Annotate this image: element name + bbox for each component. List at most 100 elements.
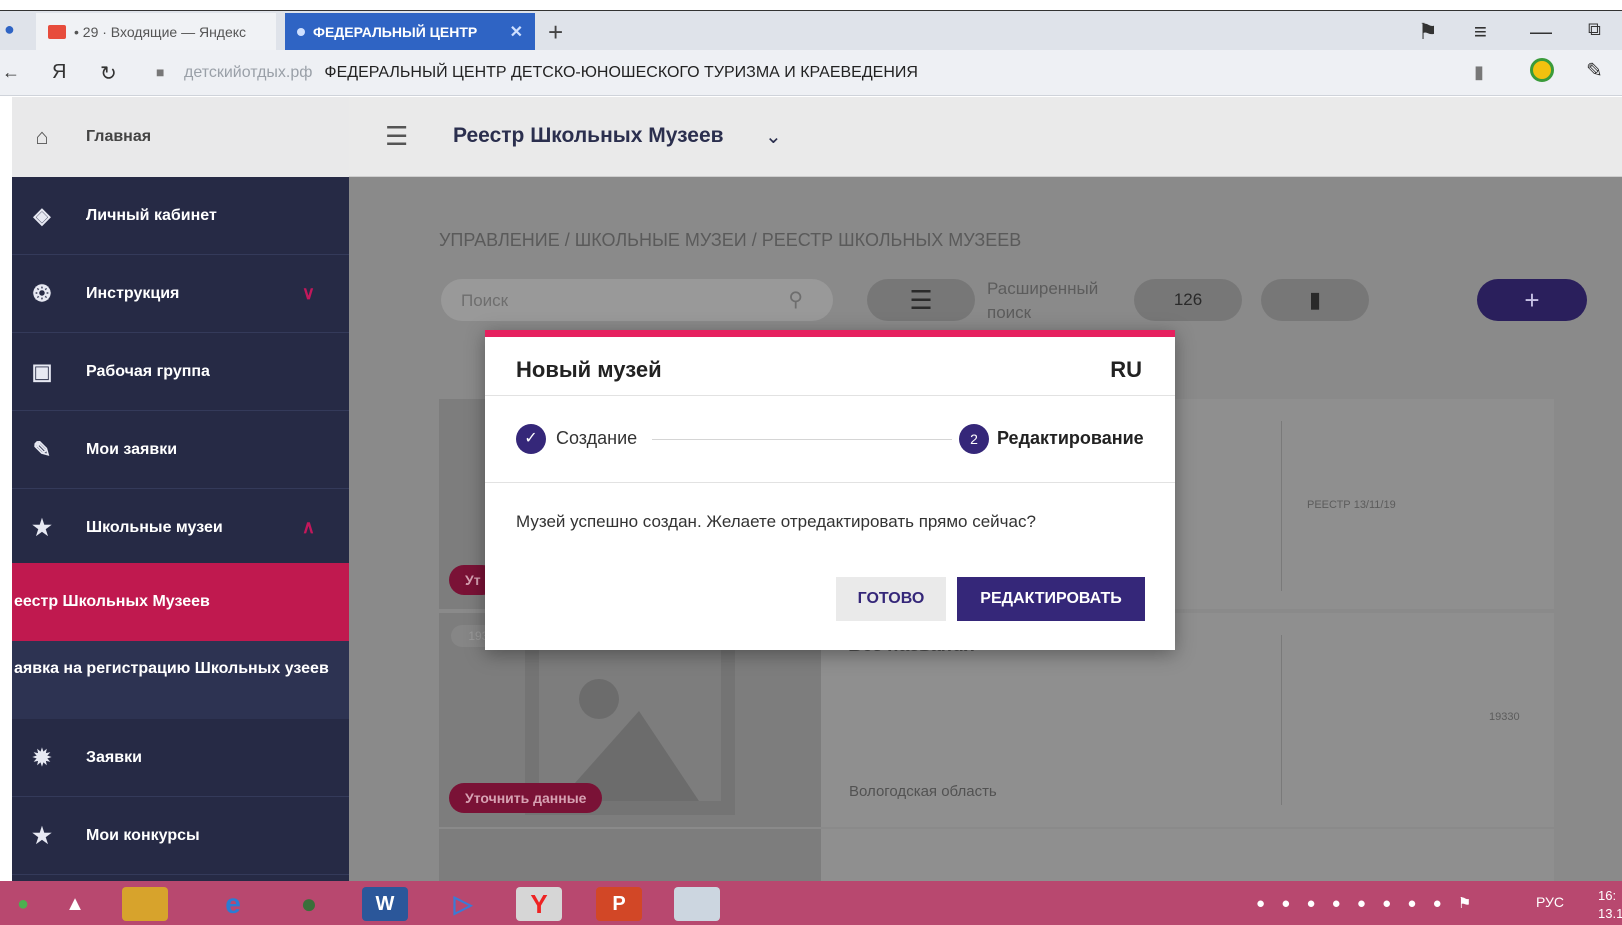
new-museum-dialog: Новый музей RU ✓ Создание 2 Редактирован… xyxy=(485,330,1175,650)
search-placeholder: Поиск xyxy=(461,291,509,310)
sidebar-item-my-contests[interactable]: ★ Мои конкурсы xyxy=(12,797,349,875)
step-edit-label: Редактирование xyxy=(997,428,1144,448)
card-image xyxy=(439,829,821,889)
snipping-tool-icon[interactable] xyxy=(674,887,720,921)
screen: ● • 29 · Входящие — Яндекс ФЕДЕРАЛЬНЫЙ Ц… xyxy=(0,0,1622,925)
mail-icon xyxy=(48,25,66,39)
sidebar-item-my-requests[interactable]: ✎ Мои заявки xyxy=(12,411,349,489)
sidebar-item-instruction[interactable]: ❂ Инструкция ∨ xyxy=(12,255,349,333)
start-icon[interactable]: ● xyxy=(0,887,46,921)
edit-icon: ✎ xyxy=(32,436,52,462)
done-button[interactable]: ГОТОВО xyxy=(836,577,946,621)
museum-card[interactable] xyxy=(439,829,1554,889)
filter-button[interactable]: ☰ xyxy=(867,279,975,321)
step-number-badge: 2 xyxy=(959,424,989,454)
url-field[interactable]: детскийотдых.рф ФЕДЕРАЛЬНЫЙ ЦЕНТР ДЕТСКО-… xyxy=(184,64,918,82)
breadcrumb: УПРАВЛЕНИЕ / ШКОЛЬНЫЕ МУЗЕИ / РЕЕСТР ШКО… xyxy=(439,230,1022,250)
top-bar: ☰ Реестр Школьных Музеев ⌄ xyxy=(349,97,1622,177)
chevron-up-icon[interactable]: ∧ xyxy=(302,517,315,538)
sidebar-item-workgroup[interactable]: ▣ Рабочая группа xyxy=(12,333,349,411)
sidebar-item-label: Мои конкурсы xyxy=(86,826,200,844)
sidebar-item-requests[interactable]: ✹ Заявки xyxy=(12,719,349,797)
hamburger-menu-icon[interactable]: ☰ xyxy=(385,121,408,152)
site-icon xyxy=(297,28,305,36)
keyboard-language[interactable]: РУС xyxy=(1536,894,1564,910)
sidebar-subitem-registration-request[interactable]: аявка на регистрацию Школьных узеев xyxy=(12,641,349,719)
minimize-icon[interactable]: — xyxy=(1530,19,1552,45)
browser-tabstrip: ● • 29 · Входящие — Яндекс ФЕДЕРАЛЬНЫЙ Ц… xyxy=(0,10,1622,51)
sidebar-item-label: Личный кабинет xyxy=(86,206,217,224)
sidebar-item-school-museums[interactable]: ★ Школьные музеи ∧ xyxy=(12,489,349,567)
chevron-down-icon[interactable]: ∨ xyxy=(302,283,315,304)
search-icon[interactable]: ⚲ xyxy=(788,287,803,312)
language-switch[interactable]: RU xyxy=(1110,357,1142,383)
add-icon: + xyxy=(1524,284,1540,315)
bookmark-icon[interactable]: ▮ xyxy=(1474,62,1484,83)
sidebar-subitem-registry[interactable]: еестр Школьных Музеев xyxy=(12,563,349,641)
tab-yandex-mail[interactable]: • 29 · Входящие — Яндекс xyxy=(36,13,276,51)
page-title[interactable]: Реестр Школьных Музеев xyxy=(453,124,724,148)
home-icon: ⌂ xyxy=(35,124,49,149)
reload-icon[interactable]: ↻ xyxy=(100,61,117,86)
internet-explorer-icon[interactable]: e xyxy=(210,887,256,921)
sidebar-item-label: Заявки xyxy=(86,748,142,766)
sidebar-subitem-label: еестр Школьных Музеев xyxy=(14,593,210,610)
clock[interactable]: 16: 13.11 xyxy=(1598,887,1622,923)
assistant-icon[interactable]: ▲ xyxy=(52,887,98,921)
divider xyxy=(485,395,1175,396)
restore-icon[interactable]: ⧉ xyxy=(1588,19,1601,40)
dialog-message: Музей успешно создан. Желаете отредактир… xyxy=(516,512,1036,531)
lock-icon[interactable]: ■ xyxy=(156,64,164,80)
file-explorer-icon[interactable] xyxy=(122,887,168,921)
star-burst-icon: ✹ xyxy=(32,744,52,770)
extension-icon[interactable] xyxy=(1530,58,1554,82)
back-icon[interactable]: ← xyxy=(2,62,20,83)
sliders-icon: ☰ xyxy=(909,284,933,315)
bookmarks-icon[interactable]: ⚑ xyxy=(1418,19,1438,45)
clarify-data-button[interactable]: Уточнить данные xyxy=(449,783,603,813)
browser-menu-icon[interactable]: ● xyxy=(4,19,15,40)
results-count-value: 126 xyxy=(1173,290,1203,309)
museum-region: Вологодская область xyxy=(849,783,997,800)
menu-icon[interactable]: ≡ xyxy=(1474,19,1487,45)
sidebar-item-label: Главная xyxy=(86,128,152,145)
layers-icon: ◈ xyxy=(33,202,51,228)
chevron-down-icon[interactable]: ⌄ xyxy=(765,124,782,149)
powerpoint-icon[interactable]: P xyxy=(596,887,642,921)
yandex-browser-icon[interactable]: Y xyxy=(516,887,562,921)
close-tab-icon[interactable]: ✕ xyxy=(510,22,523,42)
sidebar-item-home[interactable]: ⌂ Главная xyxy=(12,97,349,177)
yandex-logo[interactable]: Я xyxy=(52,61,66,84)
sidebar-item-label: Рабочая группа xyxy=(86,362,210,380)
word-icon[interactable]: W xyxy=(362,887,408,921)
sidebar-item-cabinet[interactable]: ◈ Личный кабинет xyxy=(12,177,349,255)
tab-label: ФЕДЕРАЛЬНЫЙ ЦЕНТР xyxy=(313,24,478,40)
card-divider xyxy=(1281,421,1282,591)
advanced-search-link[interactable]: Расширенный поиск xyxy=(987,277,1117,325)
sidebar: ⌂ Главная ◈ Личный кабинет ❂ Инструкция … xyxy=(12,97,349,887)
edit-button[interactable]: РЕДАКТИРОВАТЬ xyxy=(957,577,1145,621)
museum-number: 19330 xyxy=(1489,711,1520,723)
results-count: 126 xyxy=(1134,279,1242,321)
tab-federal-center[interactable]: ФЕДЕРАЛЬНЫЙ ЦЕНТР ✕ xyxy=(285,13,535,51)
add-museum-button[interactable]: + xyxy=(1477,279,1587,321)
url-domain: детскийотдых.рф xyxy=(184,64,313,81)
url-page-title: ФЕДЕРАЛЬНЫЙ ЦЕНТР ДЕТСКО-ЮНОШЕСКОГО ТУРИ… xyxy=(324,64,918,81)
dialog-accent-stripe xyxy=(485,330,1175,337)
map-view-button[interactable]: ▮ xyxy=(1261,279,1369,321)
media-player-icon[interactable]: ▷ xyxy=(440,887,486,921)
divider xyxy=(485,482,1175,483)
new-tab-button[interactable]: + xyxy=(548,17,563,48)
clock-date: 13.11 xyxy=(1598,906,1622,921)
sidebar-subitem-label: аявка на регистрацию Школьных узеев xyxy=(14,660,329,677)
sidebar-item-label: Мои заявки xyxy=(86,440,178,458)
system-tray-icons[interactable]: ● ● ● ● ● ● ● ● ⚑ xyxy=(1256,894,1477,912)
museum-icon: ★ xyxy=(32,514,52,540)
globe-icon[interactable]: ● xyxy=(286,887,332,921)
alice-icon[interactable]: ✎ xyxy=(1586,58,1603,83)
clarify-label: Ут xyxy=(465,572,481,588)
stepper-connector xyxy=(652,439,952,440)
search-input[interactable]: Поиск ⚲ xyxy=(441,279,833,321)
sidebar-item-label: Инструкция xyxy=(86,284,180,302)
advanced-search-label: Расширенный поиск xyxy=(987,279,1099,322)
